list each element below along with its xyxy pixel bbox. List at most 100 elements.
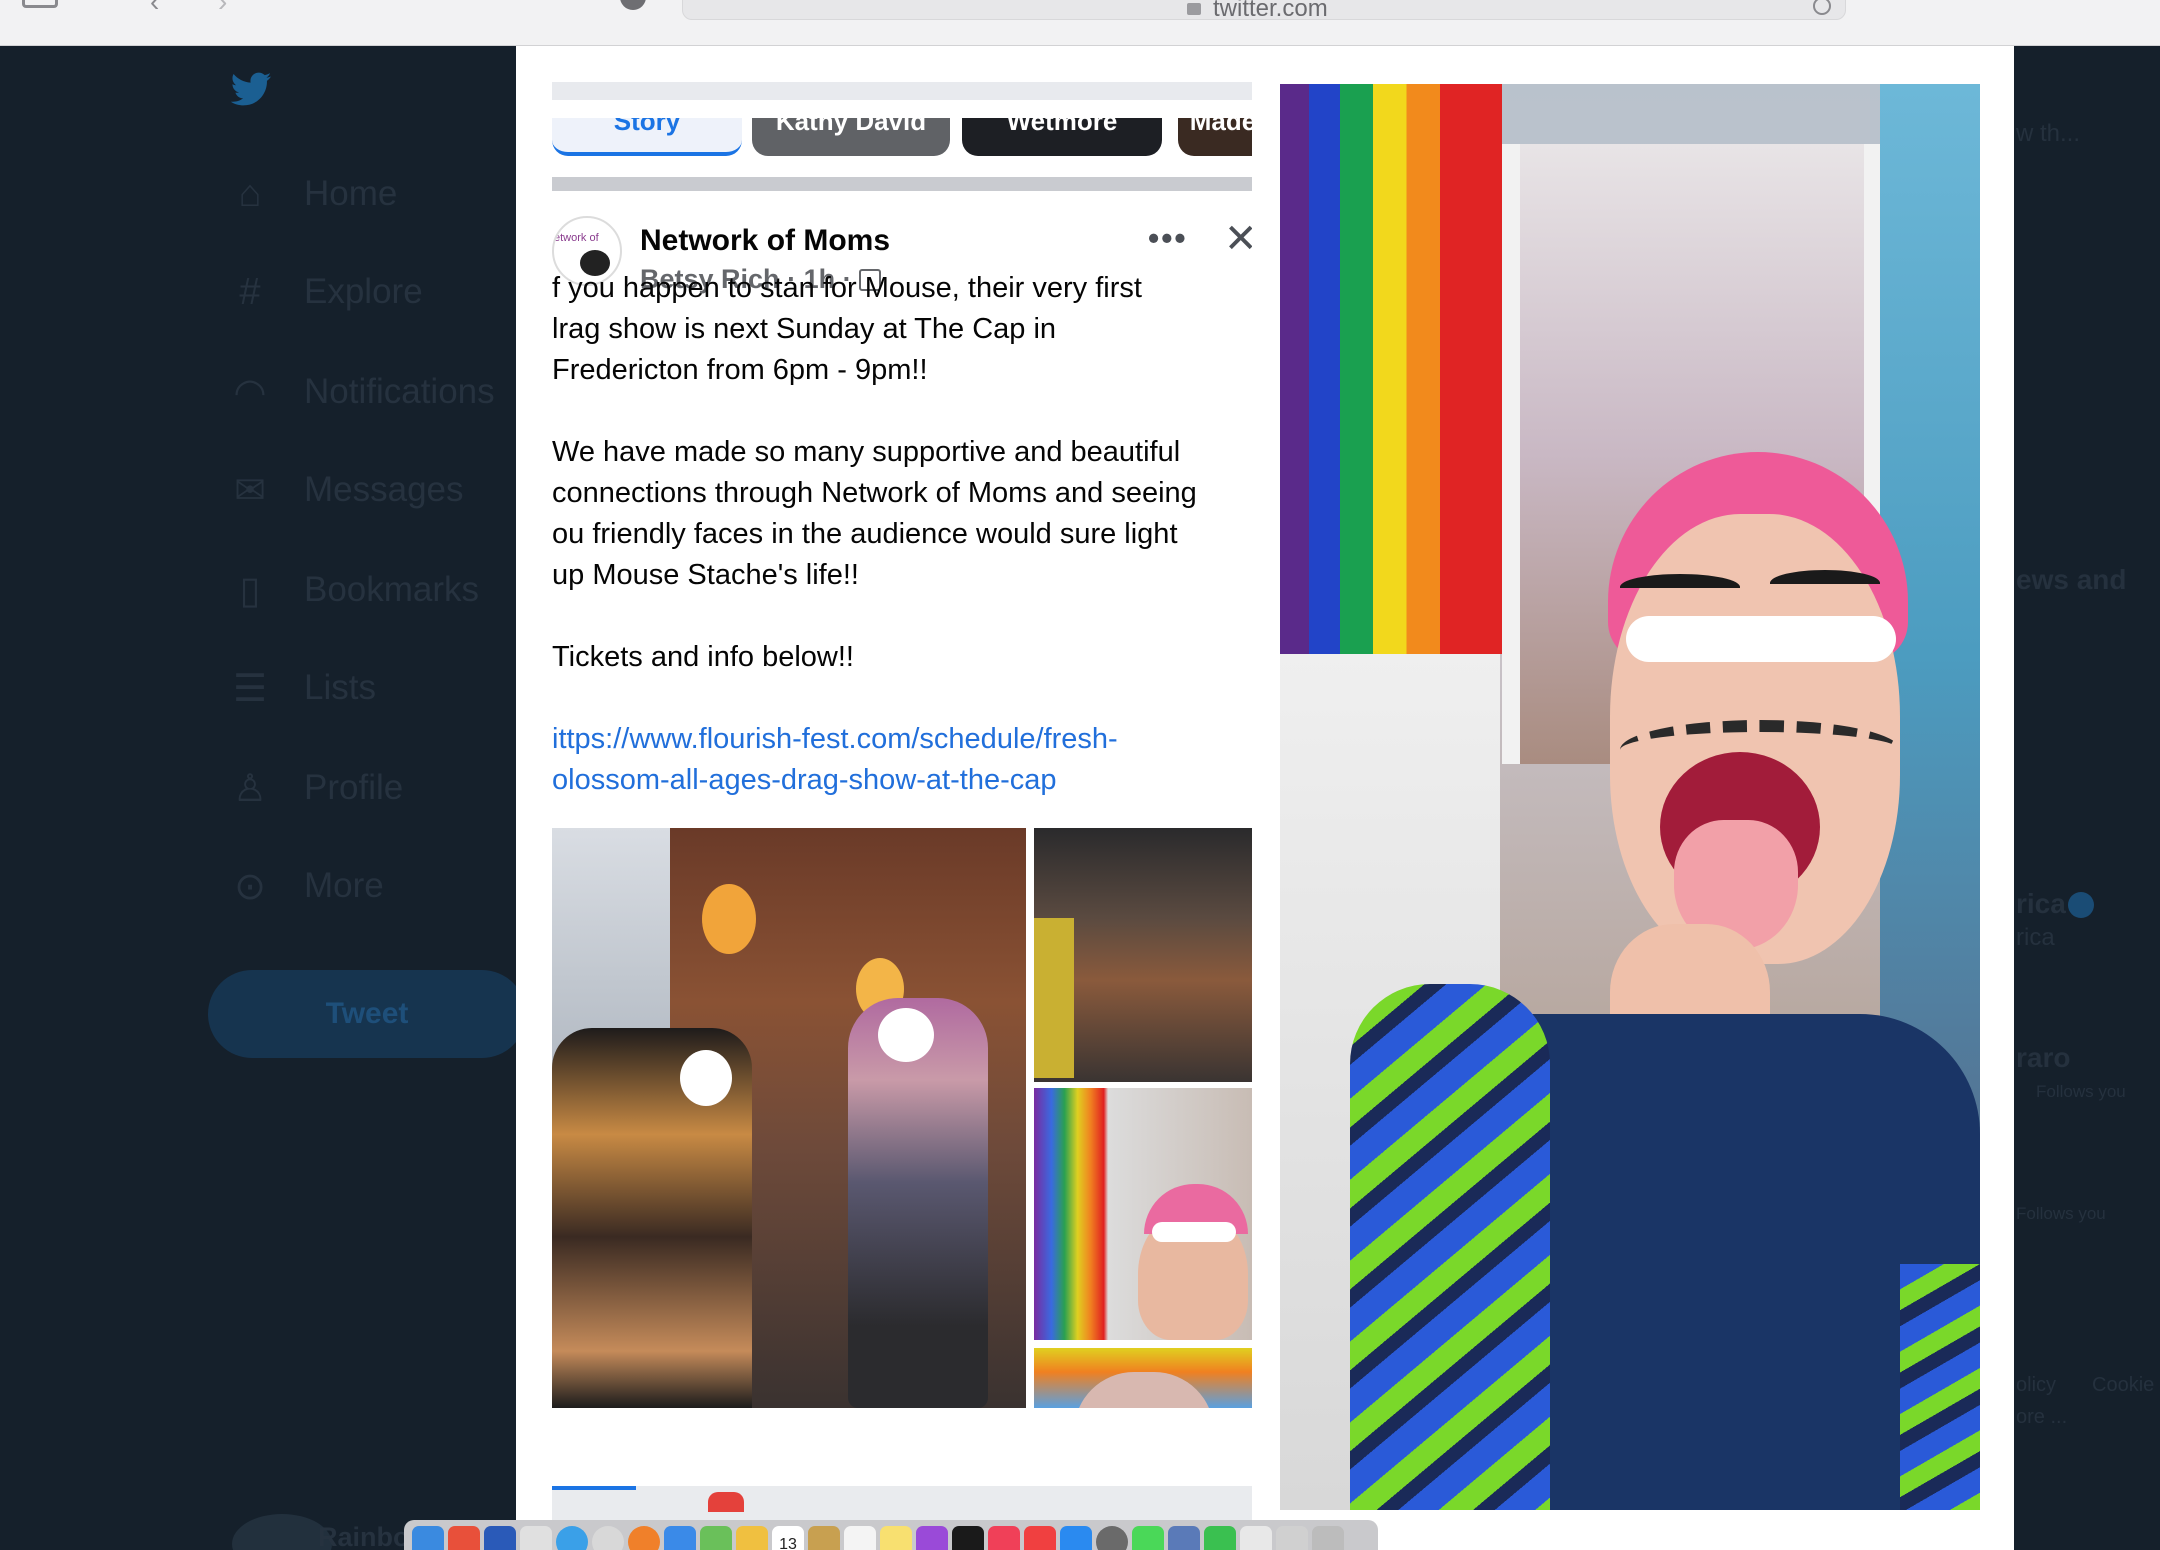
- blur-mark: [878, 1008, 934, 1062]
- sleeve-shape: [1350, 984, 1550, 1510]
- nav-profile[interactable]: ♙ Profile: [230, 758, 403, 818]
- nav-label: Messages: [304, 470, 464, 509]
- eyebrow-mark: [1620, 574, 1740, 600]
- trash-icon[interactable]: [1312, 1526, 1344, 1550]
- calendar-icon[interactable]: 13: [772, 1526, 804, 1550]
- tweet-button[interactable]: Tweet: [208, 970, 526, 1058]
- post-link[interactable]: olossom-all-ages-drag-show-at-the-cap: [552, 760, 1252, 801]
- maps-icon[interactable]: [700, 1526, 732, 1550]
- page-name[interactable]: Network of Moms: [640, 224, 890, 258]
- music-icon[interactable]: [988, 1526, 1020, 1550]
- reload-icon[interactable]: [1813, 0, 1831, 15]
- post-photo-thumb[interactable]: [1034, 828, 1252, 1082]
- macos-dock: 13: [404, 1520, 1378, 1550]
- home-icon: ⌂: [238, 172, 262, 215]
- stories-bar: Story Kathy David Wetmore Made: [552, 82, 1252, 202]
- account-avatar[interactable]: [232, 1514, 332, 1550]
- trend-fragment: ews and: [2016, 564, 2127, 595]
- rainbow-flag: [1280, 84, 1502, 654]
- url-text: twitter.com: [1213, 0, 1328, 22]
- post-photo-thumb[interactable]: [1034, 1088, 1252, 1340]
- twitter-logo-icon[interactable]: [226, 68, 276, 112]
- browser-toolbar: ‹ › twitter.com: [0, 0, 2160, 46]
- story-chip[interactable]: Story: [552, 118, 742, 156]
- notes-icon[interactable]: [808, 1526, 840, 1550]
- nav-messages[interactable]: ✉ Messages: [230, 460, 464, 520]
- close-icon[interactable]: ✕: [1224, 216, 1252, 262]
- trend-fragment: w th...: [2016, 120, 2081, 147]
- post-text-line: Tickets and info below!!: [552, 641, 854, 673]
- photos-icon[interactable]: [736, 1526, 768, 1550]
- facetime-icon[interactable]: [1204, 1526, 1236, 1550]
- suggested-name: raro: [2016, 1042, 2071, 1073]
- post-text-line: We have made so many supportive and beau…: [552, 436, 1181, 468]
- post-text-line: connections through Network of Moms and …: [552, 477, 1197, 509]
- preview-icon[interactable]: [1168, 1526, 1200, 1550]
- nav-label: Home: [304, 174, 398, 213]
- forward-icon[interactable]: ›: [218, 0, 227, 16]
- launchpad-icon[interactable]: [520, 1526, 552, 1550]
- wall-panel: [1034, 918, 1074, 1078]
- app-store-icon[interactable]: [1060, 1526, 1092, 1550]
- stickies-icon[interactable]: [880, 1526, 912, 1550]
- bookmark-icon: ▯: [239, 569, 261, 612]
- nav-label: Lists: [304, 668, 376, 707]
- settings-icon[interactable]: [1096, 1526, 1128, 1550]
- nav-label: Profile: [304, 768, 404, 807]
- footer-link[interactable]: Cookie: [2092, 1374, 2154, 1397]
- nav-explore[interactable]: # Explore: [230, 262, 422, 322]
- verified-icon: [2068, 892, 2094, 918]
- story-chip[interactable]: Kathy David: [752, 118, 950, 156]
- story-chip[interactable]: Wetmore: [962, 118, 1162, 156]
- lock-icon: [1187, 3, 1201, 15]
- nav-label: More: [304, 866, 384, 905]
- address-bar[interactable]: twitter.com: [682, 0, 1846, 22]
- safari-icon[interactable]: [556, 1526, 588, 1550]
- follows-you-badge: Follows you: [2036, 1082, 2126, 1101]
- lamp-shape: [702, 884, 756, 954]
- word-icon[interactable]: [484, 1526, 516, 1550]
- follows-you-badge: Follows you: [2016, 1204, 2106, 1223]
- nav-notifications[interactable]: ◠ Notifications: [230, 362, 495, 422]
- post-text-line: lrag show is next Sunday at The Cap in: [552, 313, 1057, 345]
- carousel-indicator: [552, 1486, 1252, 1520]
- more-dots-icon[interactable]: •••: [1148, 220, 1188, 257]
- mail-icon[interactable]: [664, 1526, 696, 1550]
- firefox-icon[interactable]: [628, 1526, 660, 1550]
- help-icon[interactable]: [592, 1526, 624, 1550]
- story-chip[interactable]: Made: [1178, 118, 1252, 156]
- documents-icon[interactable]: [1240, 1526, 1272, 1550]
- finder-icon[interactable]: [412, 1526, 444, 1550]
- envelope-icon: ✉: [234, 469, 266, 512]
- hashtag-icon: #: [239, 270, 261, 313]
- eyebrow-mark: [1770, 570, 1880, 596]
- account-name[interactable]: Rainbo: [318, 1522, 410, 1550]
- footer-link[interactable]: ore ...: [2016, 1406, 2067, 1429]
- nav-bookmarks[interactable]: ▯ Bookmarks: [230, 560, 480, 620]
- vivaldi-icon[interactable]: [448, 1526, 480, 1550]
- news-icon[interactable]: [1024, 1526, 1056, 1550]
- blur-mark: [1626, 616, 1896, 662]
- podcasts-icon[interactable]: [916, 1526, 948, 1550]
- footer-link[interactable]: olicy: [2016, 1374, 2056, 1397]
- nav-label: Notifications: [304, 372, 495, 411]
- post-photo-main[interactable]: [552, 828, 1026, 1408]
- post-text-line: f you happen to stan for Mouse, their ve…: [552, 272, 1142, 304]
- tv-icon[interactable]: [952, 1526, 984, 1550]
- nav-more[interactable]: ⊙ More: [230, 856, 384, 916]
- post-text-line: up Mouse Stache's life!!: [552, 559, 859, 591]
- featured-photo[interactable]: [1280, 84, 1980, 1510]
- reminders-icon[interactable]: [844, 1526, 876, 1550]
- nav-lists[interactable]: ☰ Lists: [230, 658, 376, 718]
- media-modal: Story Kathy David Wetmore Made etwork of…: [516, 46, 2014, 1550]
- person-right: [848, 998, 988, 1408]
- sleeve-shape: [1900, 1264, 1980, 1510]
- messages-icon[interactable]: [1132, 1526, 1164, 1550]
- post-link[interactable]: ittps://www.flourish-fest.com/schedule/f…: [552, 719, 1252, 760]
- post-photo-thumb[interactable]: [1034, 1348, 1252, 1408]
- folder-icon[interactable]: [1276, 1526, 1308, 1550]
- sidebar-icon[interactable]: [22, 0, 58, 8]
- nav-home[interactable]: ⌂ Home: [230, 164, 398, 224]
- back-icon[interactable]: ‹: [150, 0, 159, 16]
- shield-icon[interactable]: [620, 0, 646, 10]
